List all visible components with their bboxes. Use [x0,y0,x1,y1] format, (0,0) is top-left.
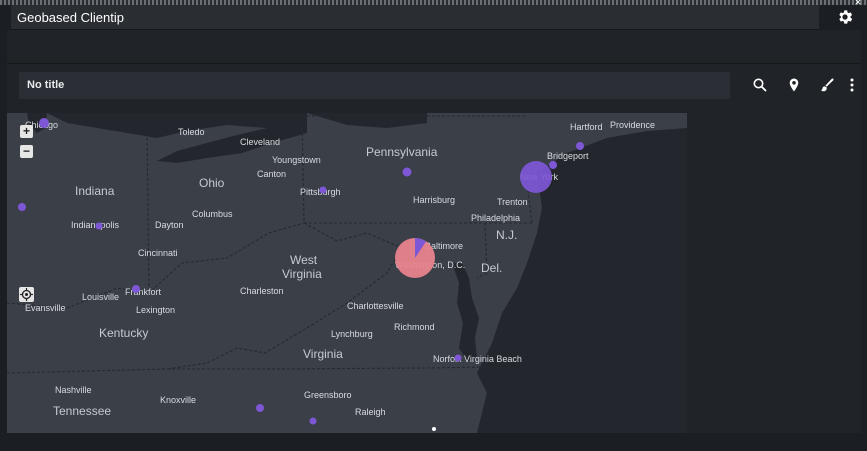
map-label-lexington: Lexington [136,305,175,315]
map-label-virginia: Virginia [303,347,343,361]
map-label-frankfort: Frankfort [125,287,162,297]
map-dot-white [432,427,436,431]
map-label-norfolk: Norfolk Virginia Beach [433,354,522,364]
marker-norfolk [454,354,462,362]
map-canvas[interactable]: Chicago Toledo Cleveland Youngstown Cant… [7,113,687,433]
map-label-nashville: Nashville [55,385,92,395]
map-label-del: Del. [481,261,502,275]
border-indiana-ohio [146,127,150,294]
marker-hartford [576,142,584,150]
border-ky-tn [7,366,488,374]
map-label-tennessee: Tennessee [53,404,111,418]
map-label-pennsylvania: Pennsylvania [366,145,438,159]
marker-pittsburgh [319,186,327,194]
border-ky-va [166,347,238,370]
map-label-dayton: Dayton [155,220,184,230]
plus-icon: + [22,124,30,138]
map-label-indianapolis: Indianapolis [71,220,120,230]
marker-indiana-west [18,203,26,211]
map-label-knoxville: Knoxville [160,395,196,405]
map-label-charlottesville: Charlottesville [347,301,404,311]
map-label-canton: Canton [257,169,286,179]
marker-indianapolis [95,222,103,230]
panel-title: Geobased Clientip [17,10,124,25]
kebab-menu-icon[interactable] [844,77,860,93]
marker-new-york [520,161,552,193]
marker-greensboro-south [309,417,317,425]
zoom-out-button[interactable]: − [20,145,33,158]
map-label-indiana: Indiana [75,184,115,198]
crosshair-icon [20,288,33,301]
map-label-columbus: Columbus [192,209,233,219]
map-label-virginia-wv: Virginia [282,267,322,281]
map-label-raleigh: Raleigh [355,407,386,417]
panel-title-bar: Geobased Clientip [11,5,819,30]
base-map: Chicago Toledo Cleveland Youngstown Cant… [7,113,687,433]
marker-bridgeport [549,161,557,169]
chesapeake-bay [452,263,479,361]
minus-icon: − [22,144,30,158]
map-label-evansville: Evansville [25,303,66,313]
map-label-greensboro: Greensboro [304,390,352,400]
gear-icon[interactable] [836,8,854,26]
search-icon[interactable] [752,77,768,93]
panel-empty-area [687,113,861,433]
visualization-title-bar[interactable]: No title [19,72,730,99]
map-label-trenton: Trenton [497,197,528,207]
close-icon[interactable]: × [853,0,863,8]
marker-chicago [39,118,49,128]
marker-pennsylvania [402,167,412,177]
map-pin-icon[interactable] [786,77,802,93]
map-label-hartford: Hartford [570,122,603,132]
paintbrush-icon[interactable] [819,77,835,93]
map-label-cleveland: Cleveland [240,137,280,147]
map-label-charleston: Charleston [240,286,284,296]
map-label-philadelphia: Philadelphia [471,213,520,223]
map-label-harrisburg: Harrisburg [413,195,455,205]
map-label-louisville: Louisville [82,292,119,302]
map-label-youngstown: Youngstown [272,155,321,165]
map-label-richmond: Richmond [394,322,435,332]
pie-marker-washington [395,238,435,278]
map-label-bridgeport: Bridgeport [547,151,589,161]
atlantic-ocean [477,128,687,433]
map-label-lynchburg: Lynchburg [331,329,373,339]
map-label-providence: Providence [610,120,655,130]
map-label-toledo: Toledo [178,127,205,137]
marker-frankfort [132,285,140,293]
locate-button[interactable] [19,287,34,302]
marker-knoxville-east [256,404,264,412]
zoom-in-button[interactable]: + [20,125,33,138]
panel-divider [7,63,861,64]
map-label-nj: N.J. [496,228,517,242]
map-label-west: West [290,253,318,267]
map-label-ohio: Ohio [199,176,225,190]
visualization-title: No title [27,79,65,91]
lake-ontario [307,113,427,128]
map-label-cincinnati: Cincinnati [138,248,178,258]
map-label-kentucky: Kentucky [99,326,148,340]
